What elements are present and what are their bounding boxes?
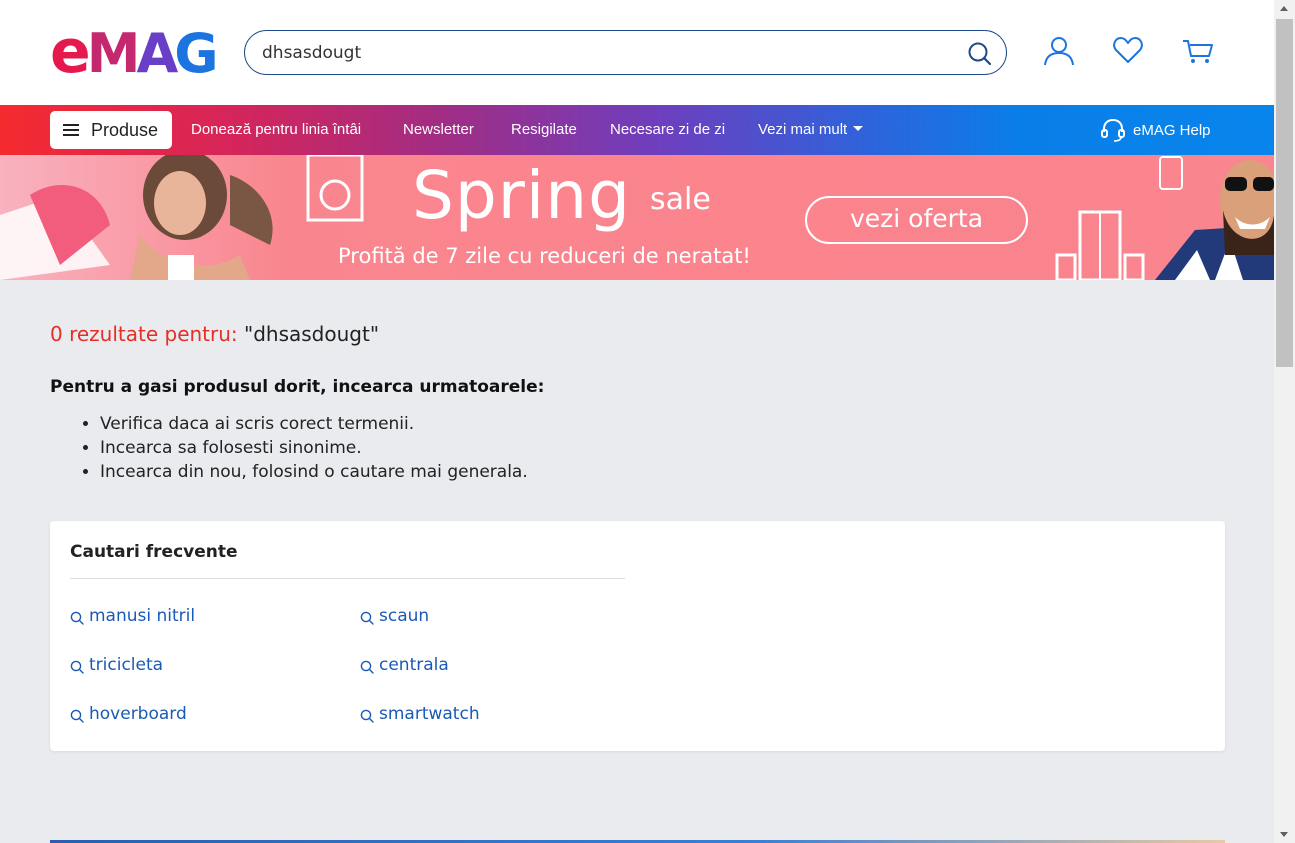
banner-cta-button[interactable]: vezi oferta (805, 196, 1028, 244)
page-scrollbar[interactable] (1274, 0, 1295, 843)
hamburger-icon (63, 124, 79, 136)
heart-icon[interactable] (1111, 34, 1145, 68)
headset-icon (1101, 118, 1125, 142)
results-heading: 0 rezultate pentru: "dhsasdougt" (50, 322, 379, 346)
tip-item: Incearca din nou, folosind o cautare mai… (100, 460, 528, 484)
scroll-up-arrow-icon[interactable] (1280, 6, 1288, 11)
banner-title: Spring (412, 157, 631, 234)
products-menu-button[interactable]: Produse (50, 111, 172, 149)
search-icon[interactable] (966, 40, 994, 68)
nav-link-newsletter[interactable]: Newsletter (403, 121, 474, 138)
frequent-term-label: scaun (379, 606, 430, 626)
cart-icon[interactable] (1181, 34, 1215, 68)
scrollbar-thumb[interactable] (1276, 19, 1293, 367)
divider (70, 578, 625, 579)
nav-link-resigilate[interactable]: Resigilate (511, 121, 577, 138)
frequent-searches-card: Cautari frecvente manusi nitril scaun tr… (50, 521, 1225, 751)
spring-sale-banner[interactable]: Spring sale Profită de 7 zile cu reducer… (0, 155, 1274, 280)
washing-machine-icon (306, 155, 364, 222)
tip-item: Incearca sa folosesti sinonime. (100, 436, 528, 460)
emag-help-label: eMAG Help (1133, 122, 1211, 139)
results-query: "dhsasdougt" (244, 322, 380, 346)
products-menu-label: Produse (91, 120, 159, 140)
caret-down-icon (853, 126, 864, 131)
frequent-term-label: smartwatch (379, 704, 480, 724)
search-input[interactable] (262, 41, 942, 65)
frequent-term-label: tricicleta (89, 655, 164, 675)
search-icon (360, 709, 374, 723)
results-count: 0 rezultate pentru: (50, 322, 238, 346)
tip-item: Verifica daca ai scris corect termenii. (100, 412, 528, 436)
nav-link-doneaza[interactable]: Donează pentru linia întâi (191, 121, 361, 138)
search-icon (360, 660, 374, 674)
nav-link-necesare[interactable]: Necesare zi de zi (610, 121, 725, 138)
search-icon (70, 709, 84, 723)
banner-man-image (1155, 160, 1274, 280)
frequent-searches-title: Cautari frecvente (70, 542, 238, 562)
tips-title: Pentru a gasi produsul dorit, incearca u… (50, 377, 545, 397)
tips-list: Verifica daca ai scris corect termenii. … (100, 412, 528, 484)
nav-link-vezi-mai-mult[interactable]: Vezi mai mult (758, 121, 864, 138)
scroll-down-arrow-icon[interactable] (1280, 832, 1288, 837)
main-nav: Produse Donează pentru linia întâi Newsl… (0, 105, 1274, 155)
frequent-term-label: centrala (379, 655, 449, 675)
search-bar (244, 30, 1007, 75)
banner-title-suffix: sale (650, 182, 711, 217)
banner-subtitle: Profită de 7 zile cu reduceri de neratat… (338, 244, 751, 268)
search-icon (360, 611, 374, 625)
frequent-term-label: manusi nitril (89, 606, 196, 626)
emag-logo[interactable]: eMAG (50, 22, 219, 82)
site-header: eMAG (0, 0, 1274, 105)
search-icon (70, 611, 84, 625)
vezi-mai-mult-label: Vezi mai mult (758, 121, 848, 138)
frequent-term-label: hoverboard (89, 704, 187, 724)
search-icon (70, 660, 84, 674)
user-icon[interactable] (1042, 34, 1076, 68)
banner-woman-image (0, 155, 273, 280)
